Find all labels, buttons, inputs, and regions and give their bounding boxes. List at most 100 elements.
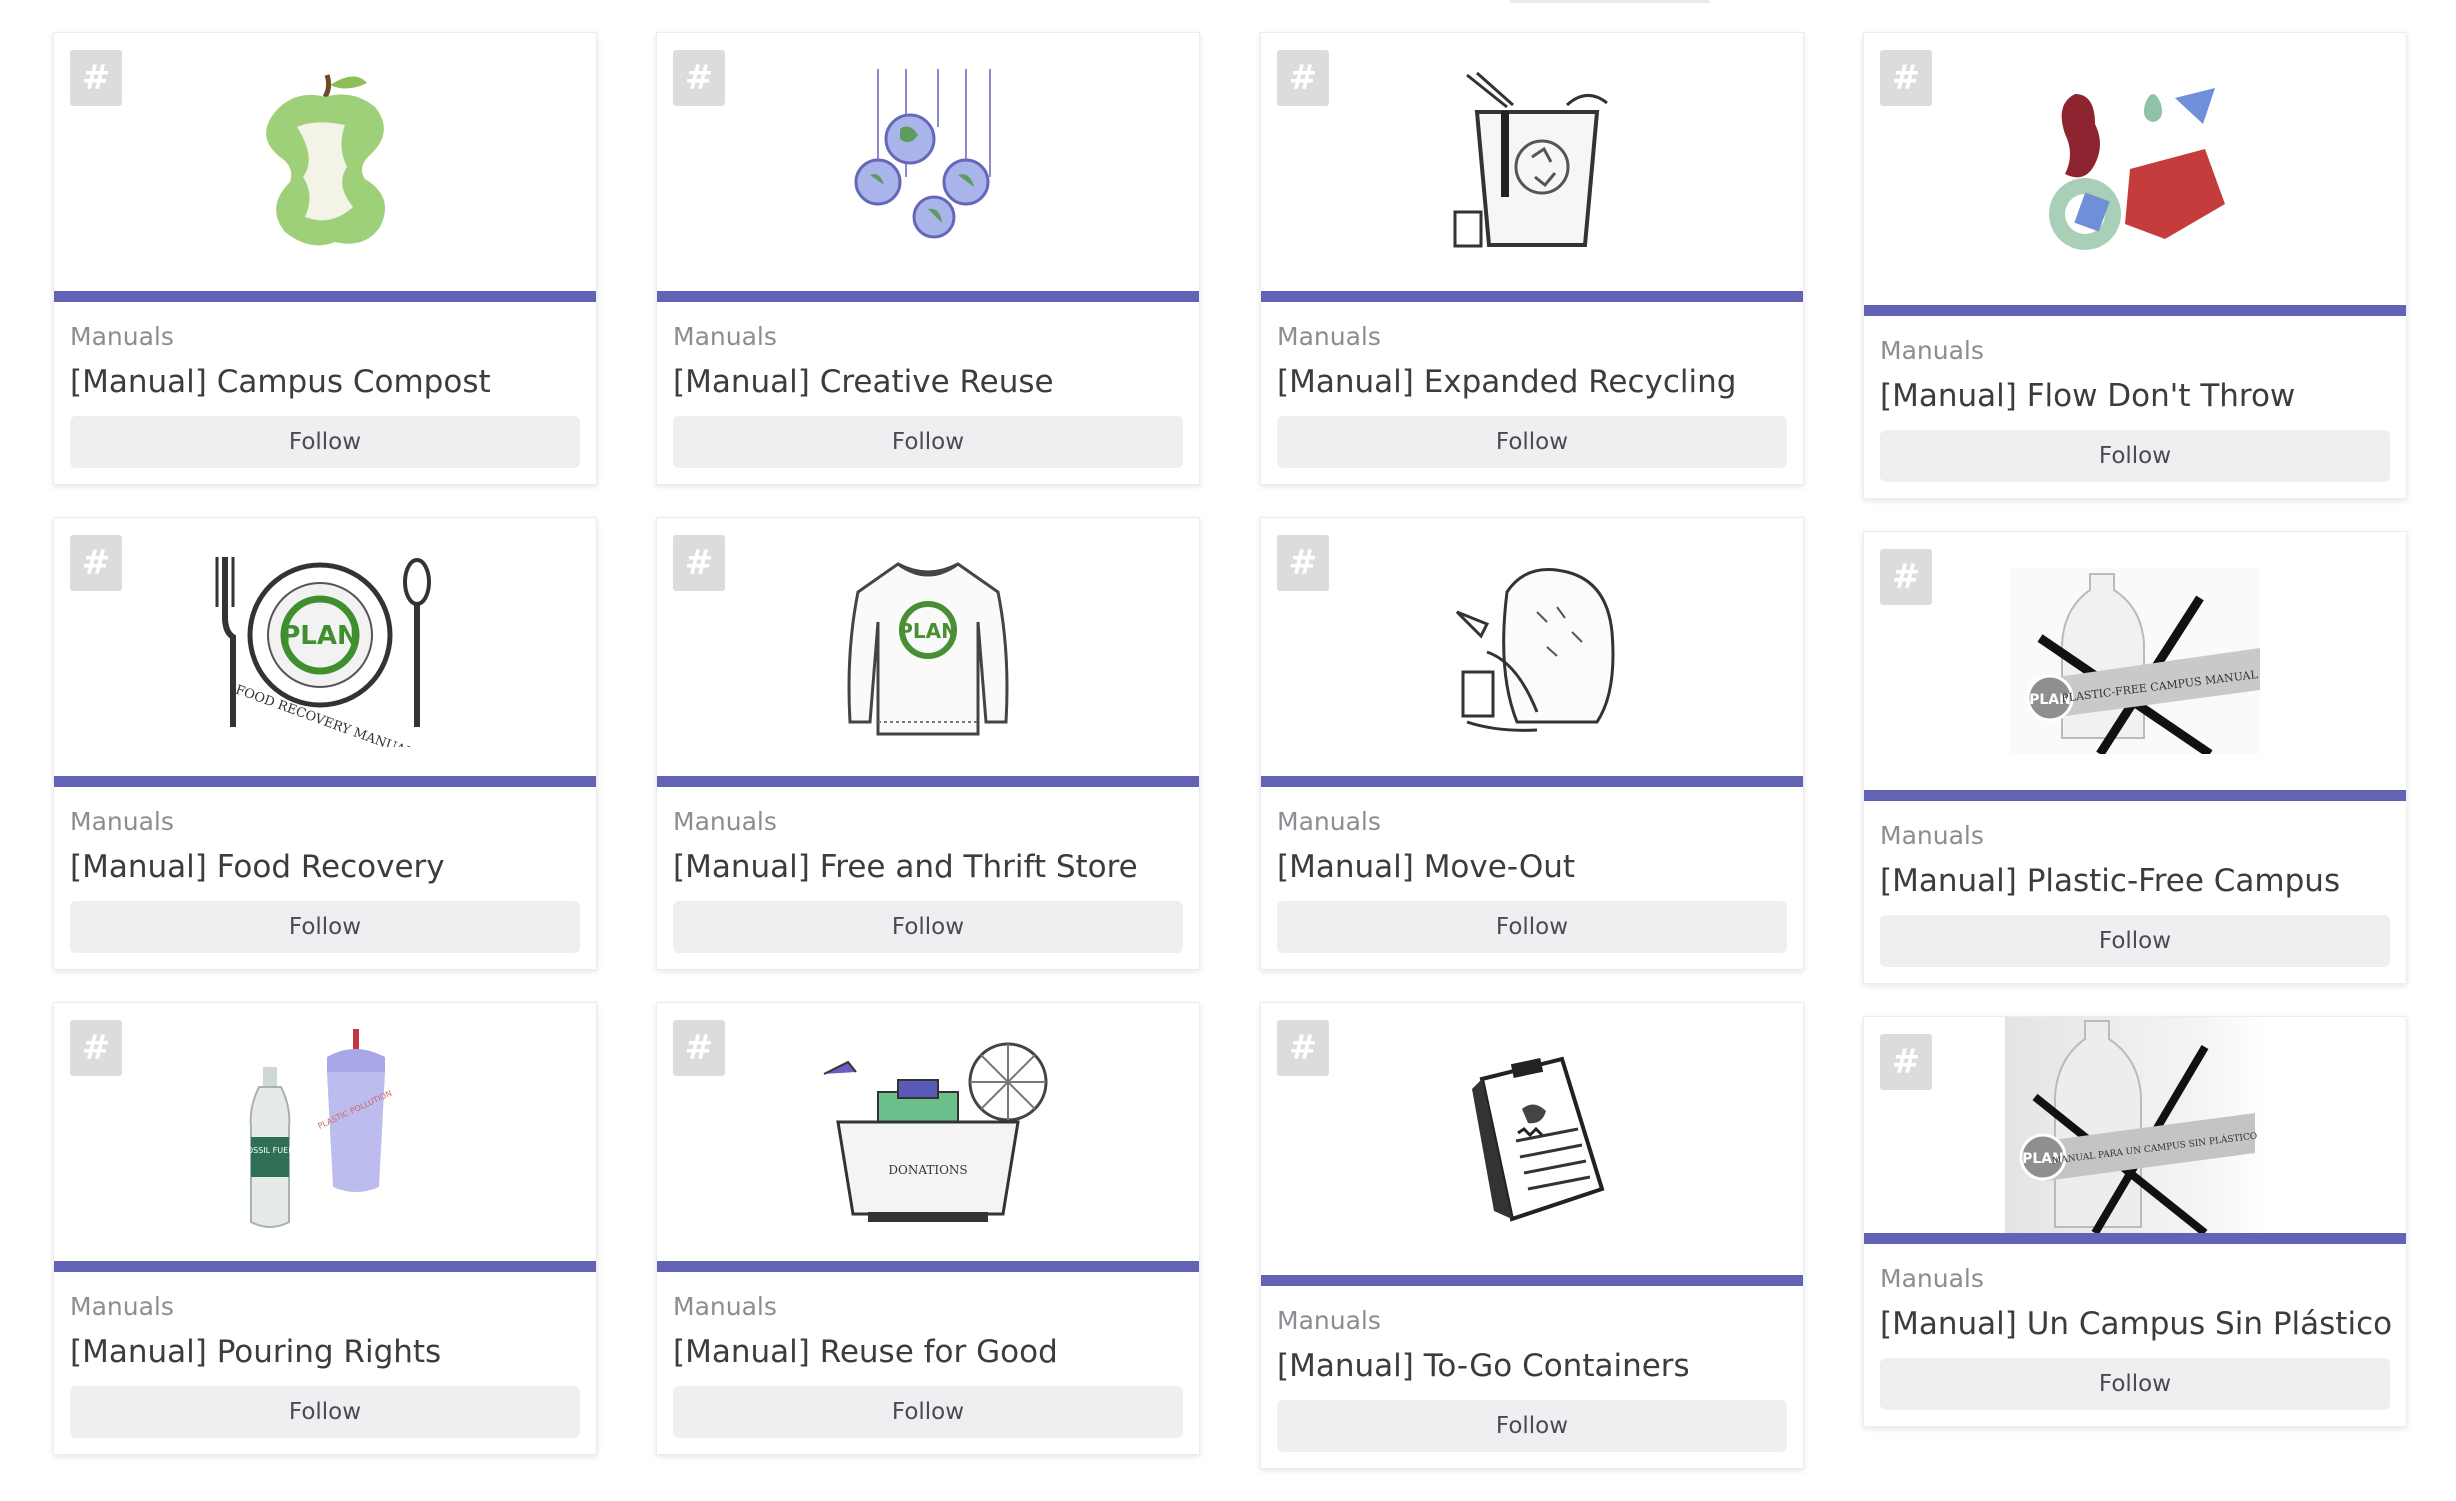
card-image[interactable]: # FOSSIL FUELS PLASTIC POLLUTION xyxy=(54,1003,596,1261)
card-category: Manuals xyxy=(1277,807,1381,836)
card-image[interactable]: # xyxy=(1261,1003,1803,1275)
card-image[interactable]: # PLAN xyxy=(657,518,1199,776)
armchair-pile-illustration xyxy=(1455,568,1615,732)
card-title[interactable]: [Manual] Campus Compost xyxy=(70,358,580,406)
card-title[interactable]: [Manual] Reuse for Good xyxy=(673,1328,1183,1376)
accent-bar xyxy=(54,1261,596,1272)
card-image[interactable]: # xyxy=(1864,33,2406,305)
manual-column-3: # Manuals [Manual] Expanded Recycling Fo… xyxy=(1260,32,1804,1501)
follow-button[interactable]: Follow xyxy=(1880,915,2390,967)
follow-button[interactable]: Follow xyxy=(1880,1358,2390,1410)
crossed-bottle-spanish-illustration: PLAN MANUAL PARA UN CAMPUS SIN PLÁSTICO xyxy=(2005,1017,2265,1233)
manual-card-expanded-recycling[interactable]: # Manuals [Manual] Expanded Recycling Fo… xyxy=(1260,32,1804,485)
card-category: Manuals xyxy=(70,322,174,351)
manual-card-plastic-free-campus[interactable]: # PLAN PLASTIC-FREE CAMPUS MANUAL Manual… xyxy=(1863,531,2407,984)
accent-bar xyxy=(657,1261,1199,1272)
clipboard-illustration xyxy=(1472,1056,1605,1222)
manual-card-to-go-containers[interactable]: # Manuals [Manual] To-Go Containers Foll… xyxy=(1260,1002,1804,1469)
manual-card-creative-reuse[interactable]: # Manuals [Manual] Creative Reuse Follow xyxy=(656,32,1200,485)
hashtag-icon: # xyxy=(1880,50,1932,106)
bottle-label: FOSSIL FUELS xyxy=(242,1146,297,1155)
hashtag-icon: # xyxy=(1277,535,1329,591)
card-image[interactable]: # PLAN MANUAL PARA UN CAMPUS SIN PLÁSTIC… xyxy=(1864,1017,2406,1233)
card-category: Manuals xyxy=(673,1292,777,1321)
card-title[interactable]: [Manual] Creative Reuse xyxy=(673,358,1183,406)
hashtag-icon: # xyxy=(70,1020,122,1076)
card-title[interactable]: [Manual] Free and Thrift Store xyxy=(673,843,1183,891)
hashtag-icon: # xyxy=(70,50,122,106)
manual-card-pouring-rights[interactable]: # FOSSIL FUELS PLASTIC POLLUTION Manuals… xyxy=(53,1002,597,1455)
hashtag-icon: # xyxy=(70,535,122,591)
top-divider xyxy=(1510,0,1710,3)
crossed-bottle-illustration: PLAN PLASTIC-FREE CAMPUS MANUAL xyxy=(2010,568,2260,754)
hanging-globes-illustration xyxy=(854,69,991,239)
card-image[interactable]: # xyxy=(657,33,1199,291)
manual-card-campus-compost[interactable]: # Manuals [Manual] Campus Compost Follow xyxy=(53,32,597,485)
accent-bar xyxy=(54,776,596,787)
follow-button[interactable]: Follow xyxy=(70,416,580,468)
follow-button[interactable]: Follow xyxy=(70,901,580,953)
plan-logo-text: PLAN xyxy=(898,619,958,643)
card-title[interactable]: [Manual] Move-Out xyxy=(1277,843,1787,891)
bottle-and-cup-illustration: FOSSIL FUELS PLASTIC POLLUTION xyxy=(242,1029,393,1228)
recycling-bin-illustration xyxy=(1453,71,1608,248)
accent-bar xyxy=(1261,1275,1803,1286)
card-category: Manuals xyxy=(673,322,777,351)
sweater-illustration: PLAN xyxy=(847,562,1009,736)
menstrual-products-illustration xyxy=(2049,88,2225,250)
follow-button[interactable]: Follow xyxy=(70,1386,580,1438)
card-title[interactable]: [Manual] Flow Don't Throw xyxy=(1880,372,2390,420)
card-image[interactable]: # xyxy=(1261,33,1803,291)
card-image[interactable]: # xyxy=(54,33,596,291)
manual-card-reuse-for-good[interactable]: # DONATIONS Manuals [Manual] Reuse for G… xyxy=(656,1002,1200,1455)
card-title[interactable]: [Manual] Expanded Recycling xyxy=(1277,358,1787,406)
manual-card-un-campus-sin-plastico[interactable]: # PLAN MANUAL PARA UN CAMPUS SIN PLÁSTIC… xyxy=(1863,1016,2407,1427)
follow-button[interactable]: Follow xyxy=(1880,430,2390,482)
follow-button[interactable]: Follow xyxy=(1277,416,1787,468)
card-image[interactable]: # DONATIONS xyxy=(657,1003,1199,1261)
follow-button[interactable]: Follow xyxy=(673,1386,1183,1438)
card-title[interactable]: [Manual] Un Campus Sin Plástico xyxy=(1880,1300,2392,1348)
card-title[interactable]: [Manual] Plastic-Free Campus xyxy=(1880,857,2390,905)
card-title[interactable]: [Manual] Food Recovery xyxy=(70,843,580,891)
card-category: Manuals xyxy=(70,807,174,836)
hashtag-icon: # xyxy=(673,50,725,106)
bin-label: DONATIONS xyxy=(888,1163,967,1177)
card-category: Manuals xyxy=(673,807,777,836)
hashtag-icon: # xyxy=(673,1020,725,1076)
card-category: Manuals xyxy=(70,1292,174,1321)
accent-bar xyxy=(1864,790,2406,801)
follow-button[interactable]: Follow xyxy=(1277,901,1787,953)
manual-card-flow-dont-throw[interactable]: # Manuals [Manual] Flow Don't Throw Foll… xyxy=(1863,32,2407,499)
hashtag-icon: # xyxy=(673,535,725,591)
manual-card-food-recovery[interactable]: # PLAN FOOD RECOVERY MANUAL Manuals [Man… xyxy=(53,517,597,970)
donation-bin-illustration: DONATIONS xyxy=(823,1042,1048,1222)
accent-bar xyxy=(1864,305,2406,316)
manual-column-2: # Manuals [Manual] Creative Reuse Follow… xyxy=(656,32,1200,1487)
card-category: Manuals xyxy=(1880,821,1984,850)
hashtag-icon: # xyxy=(1277,50,1329,106)
plate-fork-spoon-illustration: PLAN FOOD RECOVERY MANUAL xyxy=(215,557,431,747)
card-image[interactable]: # PLAN FOOD RECOVERY MANUAL xyxy=(54,518,596,776)
card-category: Manuals xyxy=(1277,322,1381,351)
card-title[interactable]: [Manual] Pouring Rights xyxy=(70,1328,580,1376)
follow-button[interactable]: Follow xyxy=(673,416,1183,468)
manual-column-1: # Manuals [Manual] Campus Compost Follow… xyxy=(53,32,597,1487)
accent-bar xyxy=(657,291,1199,302)
follow-button[interactable]: Follow xyxy=(673,901,1183,953)
manual-card-free-and-thrift-store[interactable]: # PLAN Manuals [Manual] Free and Thrift … xyxy=(656,517,1200,970)
follow-button[interactable]: Follow xyxy=(1277,1400,1787,1452)
card-category: Manuals xyxy=(1880,336,1984,365)
manual-card-move-out[interactable]: # Manuals [Manual] Move-Out Follow xyxy=(1260,517,1804,970)
card-category: Manuals xyxy=(1277,1306,1381,1335)
card-image[interactable]: # xyxy=(1261,518,1803,776)
hashtag-icon: # xyxy=(1880,1034,1932,1090)
accent-bar xyxy=(54,291,596,302)
accent-bar xyxy=(1864,1233,2406,1244)
card-title[interactable]: [Manual] To-Go Containers xyxy=(1277,1342,1787,1390)
card-category: Manuals xyxy=(1880,1264,1984,1293)
plan-logo-text: PLAN xyxy=(281,621,359,651)
card-image[interactable]: # PLAN PLASTIC-FREE CAMPUS MANUAL xyxy=(1864,532,2406,790)
accent-bar xyxy=(657,776,1199,787)
manual-column-4: # Manuals [Manual] Flow Don't Throw Foll… xyxy=(1863,32,2407,1459)
